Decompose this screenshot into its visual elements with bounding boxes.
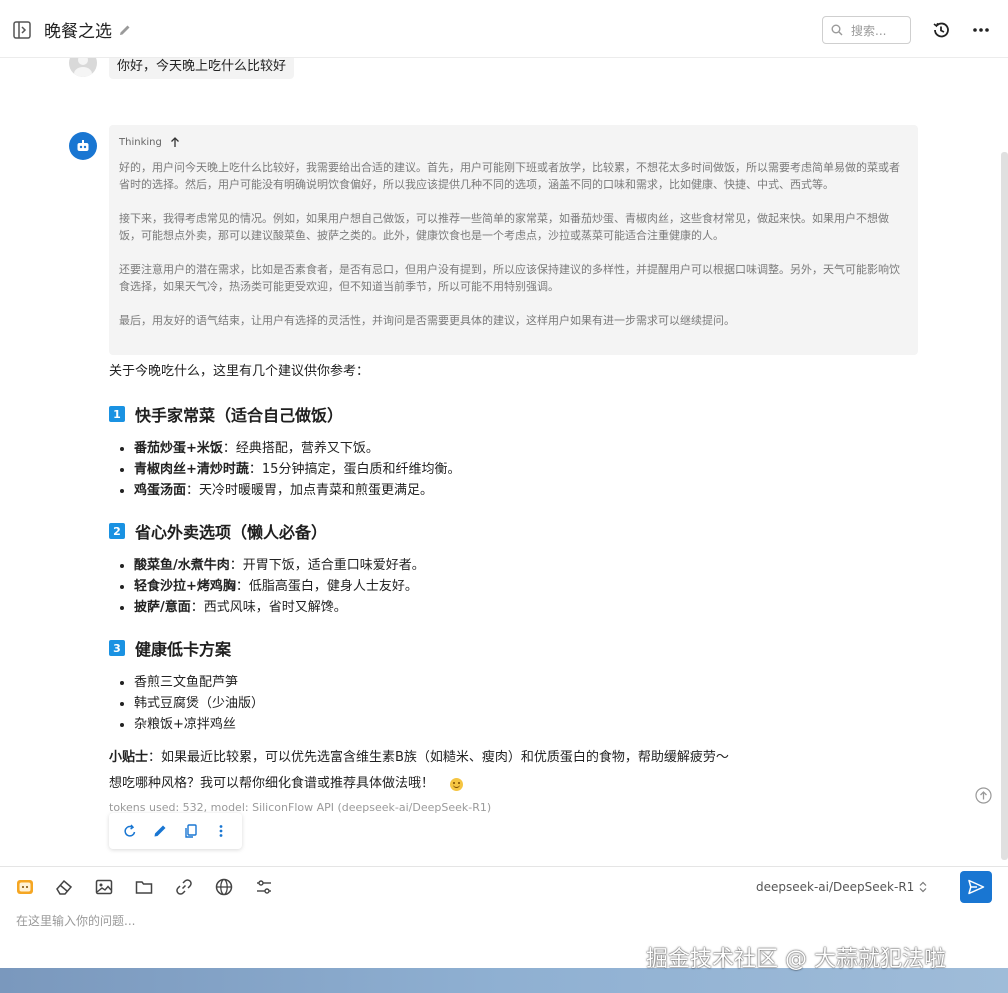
search-input[interactable]: 搜索... xyxy=(822,16,911,44)
collapse-arrow-icon[interactable] xyxy=(170,136,180,148)
chevron-updown-icon xyxy=(919,881,927,893)
robot-icon xyxy=(77,140,89,151)
number-badge: 1 xyxy=(109,406,125,422)
list-item: 披萨/意面：西式风味，省时又解馋。 xyxy=(109,597,909,618)
more-options-icon[interactable] xyxy=(971,20,991,40)
bot-avatar xyxy=(69,132,97,160)
thinking-label: Thinking xyxy=(119,136,162,148)
suggestion-list: 酸菜鱼/水煮牛肉：开胃下饭，适合重口味爱好者。 轻食沙拉+烤鸡胸：低脂高蛋白，健… xyxy=(109,555,909,618)
image-icon[interactable] xyxy=(94,877,114,897)
list-item: 番茄炒蛋+米饭：经典搭配，营养又下饭。 xyxy=(109,438,909,459)
folder-icon[interactable] xyxy=(134,877,154,897)
link-icon[interactable] xyxy=(174,877,194,897)
section-heading: 3 健康低卡方案 xyxy=(109,636,909,660)
closing-line: 想吃哪种风格？我可以帮你细化食谱或推荐具体做法哦！ xyxy=(109,773,909,795)
suggestion-list: 番茄炒蛋+米饭：经典搭配，营养又下饭。 青椒肉丝+清炒时蔬：15分钟搞定，蛋白质… xyxy=(109,438,909,501)
eraser-icon[interactable] xyxy=(54,877,74,897)
number-badge: 3 xyxy=(109,640,125,656)
scroll-to-top-icon[interactable] xyxy=(975,787,992,804)
input-toolbar: deepseek-ai/DeepSeek-R1 xyxy=(0,866,1008,906)
suggestion-list: 香煎三文鱼配芦笋 韩式豆腐煲（少油版） 杂粮饭+凉拌鸡丝 xyxy=(109,672,909,735)
user-avatar xyxy=(69,58,97,77)
tip-text: ：如果最近比较累，可以优先选富含维生素B族（如糙米、瘦肉）和优质蛋白的食物，帮助… xyxy=(148,750,729,765)
list-item: 青椒肉丝+清炒时蔬：15分钟搞定，蛋白质和纤维均衡。 xyxy=(109,459,909,480)
edit-icon[interactable] xyxy=(151,822,169,840)
sidebar-toggle-icon[interactable] xyxy=(12,20,32,40)
section-title: 省心外卖选项（懒人必备） xyxy=(135,523,328,542)
list-item: 鸡蛋汤面：天冷时暖暖胃，加点青菜和煎蛋更满足。 xyxy=(109,480,909,501)
model-name: deepseek-ai/DeepSeek-R1 xyxy=(756,880,915,894)
top-bar: 晚餐之选 搜索... xyxy=(0,0,1008,58)
more-vertical-icon[interactable] xyxy=(212,822,230,840)
list-item: 香煎三文鱼配芦笋 xyxy=(109,672,909,693)
conversation-title: 晚餐之选 xyxy=(44,22,112,42)
smile-emoji-icon xyxy=(450,777,464,791)
number-badge: 2 xyxy=(109,523,125,539)
section-title: 快手家常菜（适合自己做饭） xyxy=(135,406,344,425)
scrollbar[interactable] xyxy=(1001,152,1008,860)
settings-sliders-icon[interactable] xyxy=(254,877,274,897)
section-title: 健康低卡方案 xyxy=(135,640,232,659)
list-item: 杂粮饭+凉拌鸡丝 xyxy=(109,714,909,735)
model-selector[interactable]: deepseek-ai/DeepSeek-R1 xyxy=(756,879,928,895)
list-item: 酸菜鱼/水煮牛肉：开胃下饭，适合重口味爱好者。 xyxy=(109,555,909,576)
thinking-paragraph: 还要注意用户的潜在需求，比如是否素食者，是否有忌口，但用户没有提到，所以应该保持… xyxy=(119,263,900,293)
assistant-answer: 关于今晚吃什么，这里有几个建议供你参考： 1 快手家常菜（适合自己做饭） 番茄炒… xyxy=(109,362,909,817)
section-heading: 1 快手家常菜（适合自己做饭） xyxy=(109,402,909,426)
assistant-avatar-icon[interactable] xyxy=(15,877,35,897)
edit-title-icon[interactable] xyxy=(118,22,132,36)
message-input[interactable] xyxy=(16,912,916,942)
thinking-panel: Thinking 好的，用户问今天晚上吃什么比较好，我需要给出合适的建议。首先，… xyxy=(109,125,918,355)
section-heading: 2 省心外卖选项（懒人必备） xyxy=(109,519,909,543)
thinking-header[interactable]: Thinking xyxy=(119,135,908,149)
history-icon[interactable] xyxy=(931,20,951,40)
watermark: 掘金技术社区 @ 大蒜就犯法啦 xyxy=(646,947,946,972)
search-placeholder: 搜索... xyxy=(851,23,887,38)
regenerate-icon[interactable] xyxy=(121,822,139,840)
send-icon xyxy=(968,879,985,895)
message-actions-bar xyxy=(109,813,242,849)
user-message: 你好，今天晚上吃什么比较好 xyxy=(109,58,295,79)
search-icon xyxy=(831,24,843,36)
conversation-area[interactable]: 你好，今天晚上吃什么比较好 Thinking 好的，用户问今天晚上吃什么比较好，… xyxy=(0,58,1008,866)
globe-icon[interactable] xyxy=(214,877,234,897)
answer-intro: 关于今晚吃什么，这里有几个建议供你参考： xyxy=(109,364,370,379)
send-button[interactable] xyxy=(960,871,992,903)
thinking-paragraph: 接下来，我得考虑常见的情况。例如，如果用户想自己做饭，可以推荐一些简单的家常菜，… xyxy=(119,212,889,242)
list-item: 韩式豆腐煲（少油版） xyxy=(109,693,909,714)
copy-icon[interactable] xyxy=(182,822,200,840)
thinking-paragraph: 好的，用户问今天晚上吃什么比较好，我需要给出合适的建议。首先，用户可能刚下班或者… xyxy=(119,161,900,191)
list-item: 轻食沙拉+烤鸡胸：低脂高蛋白，健身人士友好。 xyxy=(109,576,909,597)
tip-line: 小贴士：如果最近比较累，可以优先选富含维生素B族（如糙米、瘦肉）和优质蛋白的食物… xyxy=(109,747,909,769)
tip-label: 小贴士 xyxy=(109,750,149,765)
thinking-paragraph: 最后，用友好的语气结束，让用户有选择的灵活性，并询问是否需要更具体的建议，这样用… xyxy=(119,314,735,327)
